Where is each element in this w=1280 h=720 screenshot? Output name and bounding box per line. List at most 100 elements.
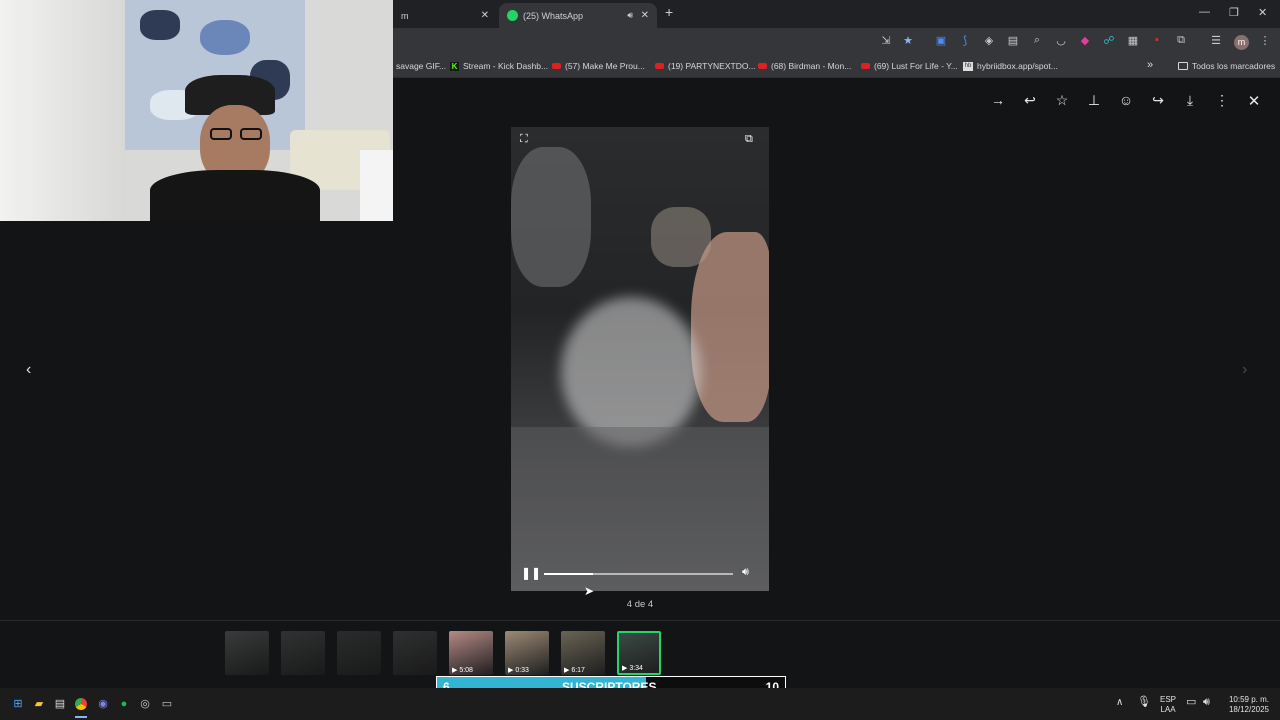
bookmark-star-icon[interactable]: ★ <box>900 34 916 47</box>
microphone-icon[interactable]: 🎙︎ <box>1137 697 1151 708</box>
extension-icon-2[interactable]: ⟆ <box>957 34 973 47</box>
extension-icon-7[interactable]: ☍ <box>1101 34 1117 47</box>
bookmark-item[interactable]: (57) Make Me Prou... <box>552 61 645 71</box>
bookmark-item[interactable]: (19) PARTYNEXTDO... <box>655 61 756 71</box>
media-thumbnail[interactable]: ▶ 6:17 <box>561 631 605 675</box>
bookmark-label: (69) Lust For Life - Y... <box>874 61 958 71</box>
media-thumbnail[interactable]: ▶ 5:08 <box>449 631 493 675</box>
minimize-icon[interactable]: — <box>1199 6 1210 18</box>
mouse-cursor-icon: ➤ <box>584 584 595 598</box>
clock-time: 10:59 p. m. <box>1228 695 1270 704</box>
extension-icon-3[interactable]: ◈ <box>981 34 997 47</box>
terminal-icon[interactable]: ▭ <box>159 696 175 712</box>
react-emoji-icon[interactable]: ☺ <box>1117 92 1135 108</box>
media-thumbnail[interactable] <box>281 631 325 675</box>
video-player[interactable] <box>511 127 769 591</box>
extension-icon-5[interactable]: ◡ <box>1053 34 1069 47</box>
speaker-icon[interactable]: 🔊︎ <box>1203 697 1210 708</box>
go-to-message-icon[interactable]: → <box>989 92 1007 108</box>
tab-previous[interactable]: m ✕ <box>393 3 497 28</box>
hybriidbox-icon: hb <box>963 61 973 71</box>
obs-icon[interactable]: ◎ <box>137 696 153 712</box>
extension-icon-6[interactable]: ◆ <box>1077 34 1093 47</box>
clock[interactable]: 10:59 p. m. 18/12/2025 <box>1222 695 1276 715</box>
bookmark-item[interactable]: (69) Lust For Life - Y... <box>861 61 958 71</box>
language-code: ESP <box>1159 695 1176 704</box>
profile-avatar[interactable]: m <box>1234 35 1249 50</box>
fullscreen-icon[interactable]: ⛶ <box>520 133 528 146</box>
extension-search-icon[interactable]: ⌕ <box>1029 34 1045 47</box>
tab-label: m <box>401 10 409 21</box>
chrome-icon[interactable] <box>73 696 89 712</box>
star-icon[interactable]: ☆ <box>1053 92 1071 109</box>
bookmark-label: (19) PARTYNEXTDO... <box>668 61 756 71</box>
bookmark-label: (57) Make Me Prou... <box>565 61 645 71</box>
bookmark-label: (68) Birdman - Mon... <box>771 61 852 71</box>
youtube-icon <box>552 63 561 69</box>
reply-icon[interactable]: ↩ <box>1021 92 1039 109</box>
spotify-icon[interactable]: ● <box>116 696 132 712</box>
volume-icon[interactable]: 🔊︎ <box>742 566 749 579</box>
file-explorer-icon[interactable]: ▰ <box>31 696 47 712</box>
extension-icon-9[interactable]: ▪ <box>1149 34 1165 46</box>
thumbnail-duration: ▶ 6:17 <box>564 667 585 674</box>
close-tab-icon[interactable]: ✕ <box>481 10 489 21</box>
extension-icon-1[interactable]: ▣ <box>933 34 949 47</box>
bookmark-label: Stream - Kick Dashb... <box>463 61 549 71</box>
close-window-icon[interactable]: ✕ <box>1258 6 1267 19</box>
media-counter: 4 de 4 <box>626 599 654 610</box>
pause-icon[interactable]: ❚❚ <box>521 566 541 580</box>
webcam-overlay <box>0 0 393 221</box>
whatsapp-icon <box>507 10 518 21</box>
windows-start-icon[interactable]: ⊞ <box>10 696 26 712</box>
new-tab-button[interactable]: + <box>665 4 673 20</box>
bookmarks-overflow-button[interactable]: » <box>1147 59 1153 71</box>
bookmark-label: Todos los marcadores <box>1192 61 1276 71</box>
audio-playing-icon[interactable]: 🔊︎ <box>627 10 633 21</box>
media-thumbnail[interactable] <box>337 631 381 675</box>
picture-in-picture-icon[interactable]: ⧉ <box>745 133 753 146</box>
thumbnail-duration: ▶ 0:33 <box>508 667 529 674</box>
all-bookmarks-button[interactable]: Todos los marcadores <box>1178 61 1275 71</box>
download-icon[interactable]: ⤓ <box>1181 92 1199 109</box>
bookmark-item[interactable]: hb hybriidbox.app/spot... <box>963 61 1058 71</box>
pin-icon[interactable]: ⊥ <box>1085 92 1103 109</box>
extensions-puzzle-icon[interactable]: ⧉ <box>1173 34 1189 47</box>
media-thumbnail[interactable] <box>225 631 269 675</box>
extension-icon-8[interactable]: ▦ <box>1125 34 1141 47</box>
taskbar <box>0 688 1280 720</box>
clock-date: 18/12/2025 <box>1228 705 1270 714</box>
bookmark-item[interactable]: K Stream - Kick Dashb... <box>450 61 548 71</box>
youtube-icon <box>655 63 664 69</box>
media-thumbnail[interactable] <box>393 631 437 675</box>
close-viewer-icon[interactable]: ✕ <box>1245 92 1263 110</box>
forward-icon[interactable]: ↪ <box>1149 92 1167 109</box>
youtube-icon <box>758 63 767 69</box>
keyboard-layout: LAA <box>1160 705 1176 714</box>
thumbnail-duration: ▶ 3:34 <box>622 665 643 672</box>
tab-label: (25) WhatsApp <box>523 10 584 21</box>
task-manager-icon[interactable]: ▤ <box>52 696 68 712</box>
more-options-icon[interactable]: ⋮ <box>1213 92 1231 109</box>
discord-icon[interactable]: ◉ <box>95 696 111 712</box>
tab-whatsapp[interactable]: (25) WhatsApp 🔊︎ ✕ <box>499 3 657 28</box>
close-tab-icon[interactable]: ✕ <box>641 10 649 21</box>
thumbnail-divider <box>0 620 1280 621</box>
input-language[interactable]: ESP LAA <box>1158 695 1178 715</box>
previous-media-icon[interactable]: ‹ <box>26 361 31 379</box>
install-app-icon[interactable]: ⇲ <box>878 34 894 47</box>
reading-list-icon[interactable]: ☰ <box>1208 34 1224 47</box>
media-thumbnail[interactable]: ▶ 0:33 <box>505 631 549 675</box>
network-icon[interactable]: ▭ <box>1186 697 1196 708</box>
bookmark-item[interactable]: savage GIF... <box>396 61 446 71</box>
thumbnail-duration: ▶ 5:08 <box>452 667 473 674</box>
next-media-icon[interactable]: › <box>1242 361 1247 379</box>
bookmark-item[interactable]: (68) Birdman - Mon... <box>758 61 851 71</box>
media-thumbnail[interactable]: ▶ 3:34 <box>617 631 661 675</box>
restore-icon[interactable]: ❐ <box>1229 6 1239 19</box>
tray-overflow-icon[interactable]: ∧ <box>1116 698 1123 708</box>
extension-icon-4[interactable]: ▤ <box>1005 34 1021 47</box>
folder-icon <box>1178 62 1188 70</box>
browser-menu-icon[interactable]: ⋮ <box>1257 34 1273 47</box>
bookmark-label: savage GIF... <box>396 61 447 71</box>
